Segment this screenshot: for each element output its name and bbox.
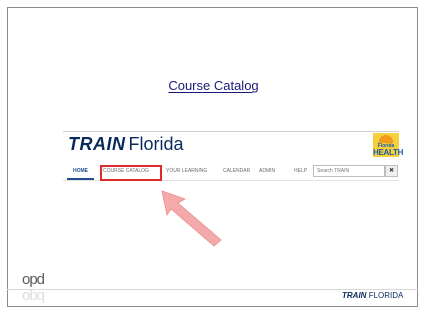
- slide-title: Course Catalog: [168, 78, 259, 93]
- footer-brand-florida: FLORIDA: [368, 291, 404, 300]
- train-florida-logo[interactable]: TRAIN Florida: [68, 134, 184, 154]
- footer-divider: [7, 289, 418, 290]
- nav-calendar[interactable]: CALENDAR: [223, 168, 250, 174]
- sun-icon: [379, 135, 393, 143]
- nav-your-learning[interactable]: YOUR LEARNING: [166, 168, 207, 174]
- opd-logo: opd: [22, 271, 45, 288]
- opd-logo-reflection: opd: [22, 288, 45, 305]
- nav-admin[interactable]: ADMIN: [259, 168, 275, 174]
- footer-brand-train: TRAIN: [342, 291, 367, 300]
- search-input[interactable]: [313, 165, 385, 177]
- divider: [63, 131, 399, 132]
- course-catalog-highlight-box: [100, 165, 162, 181]
- nav-home[interactable]: HOME: [73, 168, 88, 174]
- close-icon: ✖: [388, 168, 395, 174]
- logo-florida-text: Florida: [128, 134, 184, 154]
- footer-train-florida-logo: TRAIN FLORIDA: [342, 291, 403, 300]
- nav-help[interactable]: HELP: [294, 168, 307, 174]
- search-clear-button[interactable]: ✖: [385, 165, 398, 177]
- florida-health-logo: Florida HEALTH: [373, 133, 404, 157]
- florida-health-logo-line2: HEALTH: [373, 148, 404, 157]
- logo-train-text: TRAIN: [68, 134, 126, 154]
